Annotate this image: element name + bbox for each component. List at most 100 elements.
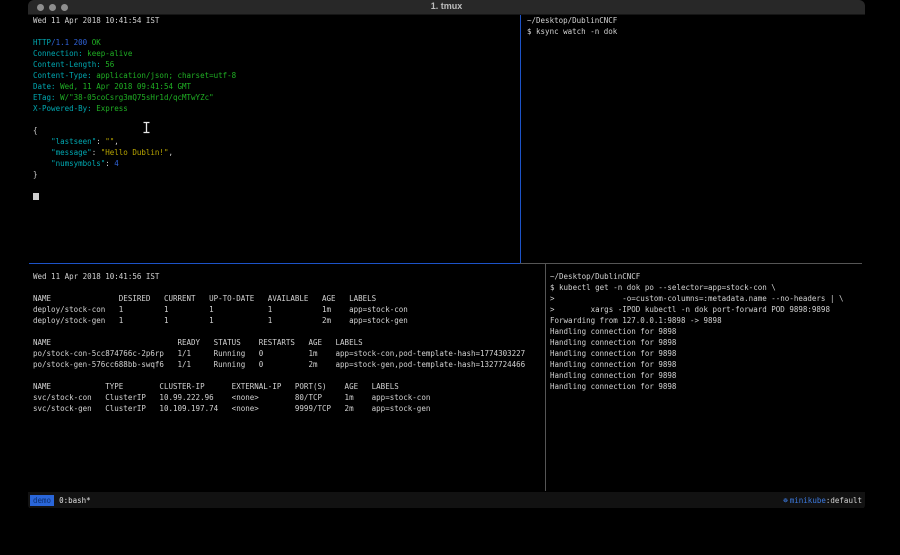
terminal-text: > xargs -IPOD kubectl -n dok port-forwar… [550, 305, 830, 314]
terminal-line: HTTP/1.1 200 OK [33, 37, 524, 48]
terminal-line: svc/stock-con ClusterIP 10.99.222.96 <no… [33, 392, 548, 403]
terminal-text: NAME DESIRED CURRENT UP-TO-DATE AVAILABL… [33, 294, 376, 303]
terminal-line: Wed 11 Apr 2018 10:41:56 IST [33, 271, 548, 282]
terminal-line: NAME TYPE CLUSTER-IP EXTERNAL-IP PORT(S)… [33, 381, 548, 392]
terminal-line [33, 26, 524, 37]
terminal-text: : [105, 159, 114, 168]
terminal-text [33, 137, 51, 146]
terminal-line: { [33, 125, 524, 136]
kube-context-label: minikube [790, 496, 826, 505]
window-tab-bash[interactable]: 0:bash* [59, 496, 91, 505]
pane-http-response[interactable]: Wed 11 Apr 2018 10:41:54 IST HTTP/1.1 20… [29, 14, 524, 263]
terminal-text: HTTP [33, 38, 51, 47]
kube-namespace-label: :default [826, 496, 862, 505]
terminal-text: Wed, 11 Apr 2018 09:41:54 GMT [56, 82, 191, 91]
terminal-line: NAME DESIRED CURRENT UP-TO-DATE AVAILABL… [33, 293, 548, 304]
mouse-cursor-ibeam [142, 121, 151, 134]
terminal-text: $ kubectl get -n dok po --selector=app=s… [550, 283, 776, 292]
terminal-text: Handling connection for 9898 [550, 360, 676, 369]
tmux-status-bar: demo 0:bash* ☸ minikube :default [28, 492, 865, 508]
terminal-text: /1.1 200 [51, 38, 87, 47]
terminal-text: ETag: [33, 93, 56, 102]
terminal-line: "numsymbols": 4 [33, 158, 524, 169]
pane-divider-horizontal-right[interactable] [520, 263, 862, 264]
terminal-line [33, 180, 524, 191]
pane-divider-vertical-top[interactable] [520, 14, 521, 264]
terminal-text: X-Powered-By: [33, 104, 92, 113]
terminal-text: NAME TYPE CLUSTER-IP EXTERNAL-IP PORT(S)… [33, 382, 399, 391]
terminal-text: 4 [114, 159, 119, 168]
terminal-line: ETag: W/"38-05coCsrg3mQ75sHr1d/qcMTwYZc" [33, 92, 524, 103]
text-cursor [33, 193, 39, 200]
terminal-text [33, 148, 51, 157]
terminal-line: Handling connection for 9898 [550, 370, 865, 381]
terminal-text: Content-Length: [33, 60, 101, 69]
terminal-text: svc/stock-gen ClusterIP 10.109.197.74 <n… [33, 404, 430, 413]
terminal-text: } [33, 170, 38, 179]
pane-port-forward[interactable]: ~/Desktop/DublinCNCF $ kubectl get -n dok… [547, 265, 865, 497]
terminal-text: Handling connection for 9898 [550, 349, 676, 358]
terminal-text: Handling connection for 9898 [550, 382, 676, 391]
terminal-text: Date: [33, 82, 56, 91]
terminal-text: NAME READY STATUS RESTARTS AGE LABELS [33, 338, 363, 347]
terminal-line: Handling connection for 9898 [550, 381, 865, 392]
pane-ksync-watch[interactable]: ~/Desktop/DublinCNCF $ ksync watch -n dok [522, 14, 865, 263]
terminal-line: "message": "Hello Dublin!", [33, 147, 524, 158]
window-title: 1. tmux [28, 1, 865, 11]
pane-divider-vertical-bottom[interactable] [545, 264, 546, 491]
terminal-text: : [96, 137, 105, 146]
terminal-line: NAME READY STATUS RESTARTS AGE LABELS [33, 337, 548, 348]
terminal-content: Wed 11 Apr 2018 10:41:54 IST HTTP/1.1 20… [28, 0, 865, 509]
terminal-line: $ ksync watch -n dok [527, 26, 865, 37]
terminal-line: Date: Wed, 11 Apr 2018 09:41:54 GMT [33, 81, 524, 92]
terminal-text: Wed 11 Apr 2018 10:41:54 IST [33, 16, 159, 25]
terminal-text: : [92, 148, 101, 157]
terminal-text: 56 [101, 60, 115, 69]
terminal-text: ~/Desktop/DublinCNCF [550, 272, 640, 281]
terminal-line: Connection: keep-alive [33, 48, 524, 59]
terminal-text: Wed 11 Apr 2018 10:41:56 IST [33, 272, 159, 281]
pane-kubectl-get[interactable]: Wed 11 Apr 2018 10:41:56 IST NAME DESIRE… [29, 265, 548, 497]
terminal-line: > xargs -IPOD kubectl -n dok port-forwar… [550, 304, 865, 315]
terminal-line: ~/Desktop/DublinCNCF [527, 15, 865, 26]
pane-divider-horizontal-left[interactable] [29, 263, 520, 264]
terminal-line: Handling connection for 9898 [550, 337, 865, 348]
terminal-line [33, 326, 548, 337]
terminal-text: keep-alive [83, 49, 133, 58]
terminal-line: svc/stock-gen ClusterIP 10.109.197.74 <n… [33, 403, 548, 414]
terminal-text: Express [92, 104, 128, 113]
kubernetes-icon: ☸ [783, 496, 788, 505]
terminal-text: Handling connection for 9898 [550, 371, 676, 380]
terminal-text: , [168, 148, 173, 157]
terminal-line: deploy/stock-con 1 1 1 1 1m app=stock-co… [33, 304, 548, 315]
terminal-line: ~/Desktop/DublinCNCF [550, 271, 865, 282]
desktop-background: Wed 11 Apr 2018 10:41:54 IST HTTP/1.1 20… [0, 0, 900, 555]
terminal-text: svc/stock-con ClusterIP 10.99.222.96 <no… [33, 393, 430, 402]
terminal-text: $ ksync watch -n dok [527, 27, 617, 36]
session-name-badge[interactable]: demo [30, 495, 54, 506]
terminal-text: po/stock-gen-576cc688bb-swqf6 1/1 Runnin… [33, 360, 525, 369]
terminal-line: $ kubectl get -n dok po --selector=app=s… [550, 282, 865, 293]
terminal-line [33, 114, 524, 125]
terminal-window: Wed 11 Apr 2018 10:41:54 IST HTTP/1.1 20… [28, 0, 865, 509]
terminal-line: Wed 11 Apr 2018 10:41:54 IST [33, 15, 524, 26]
terminal-text: Forwarding from 127.0.0.1:9898 -> 9898 [550, 316, 722, 325]
terminal-text: "numsymbols" [51, 159, 105, 168]
terminal-text: deploy/stock-con 1 1 1 1 1m app=stock-co… [33, 305, 408, 314]
terminal-text: "Hello Dublin!" [101, 148, 169, 157]
terminal-line: Handling connection for 9898 [550, 348, 865, 359]
terminal-line: po/stock-gen-576cc688bb-swqf6 1/1 Runnin… [33, 359, 548, 370]
terminal-line: deploy/stock-gen 1 1 1 1 2m app=stock-ge… [33, 315, 548, 326]
terminal-text: ~/Desktop/DublinCNCF [527, 16, 617, 25]
terminal-text: Handling connection for 9898 [550, 338, 676, 347]
terminal-text [33, 159, 51, 168]
terminal-text: > -o=custom-columns=:metadata.name --no-… [550, 294, 844, 303]
terminal-text: { [33, 126, 38, 135]
terminal-text: po/stock-con-5cc874766c-2p6rp 1/1 Runnin… [33, 349, 525, 358]
terminal-line: po/stock-con-5cc874766c-2p6rp 1/1 Runnin… [33, 348, 548, 359]
terminal-text: Content-Type: [33, 71, 92, 80]
terminal-line: Content-Type: application/json; charset=… [33, 70, 524, 81]
terminal-line: Handling connection for 9898 [550, 359, 865, 370]
terminal-text: "" [105, 137, 114, 146]
window-titlebar[interactable]: 1. tmux [28, 0, 865, 15]
